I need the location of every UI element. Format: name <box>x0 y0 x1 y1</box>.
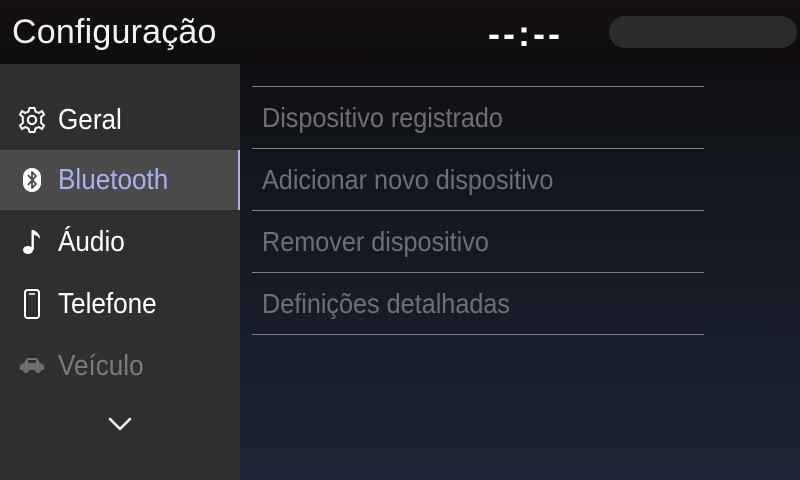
header-bar: Configuração --:-- <box>0 0 800 64</box>
menu-item-registered-device[interactable]: Dispositivo registrado <box>252 87 704 148</box>
sidebar-item-label: Áudio <box>58 226 125 258</box>
phone-icon <box>18 288 46 320</box>
sidebar-item-label: Veículo <box>58 350 144 382</box>
menu-item-label: Dispositivo registrado <box>262 102 503 133</box>
music-note-icon <box>18 226 46 258</box>
status-area <box>609 16 797 48</box>
sidebar-item-audio[interactable]: Áudio <box>0 212 240 272</box>
menu-item-detailed-settings[interactable]: Definições detalhadas <box>252 273 704 334</box>
sidebar-item-label: Bluetooth <box>58 164 169 196</box>
divider <box>252 334 704 335</box>
sidebar-item-telefone[interactable]: Telefone <box>0 274 240 334</box>
sidebar-item-bluetooth[interactable]: Bluetooth <box>0 150 240 210</box>
sidebar-item-geral[interactable]: Geral <box>0 90 240 150</box>
bluetooth-icon <box>18 164 46 196</box>
sidebar: Geral Bluetooth Áudio Telefone Veículo <box>0 64 240 480</box>
menu-item-label: Adicionar novo dispositivo <box>262 164 554 195</box>
menu-item-remove-device[interactable]: Remover dispositivo <box>252 211 704 272</box>
car-icon <box>18 350 46 382</box>
main-panel: Dispositivo registrado Adicionar novo di… <box>240 64 800 480</box>
menu-item-label: Remover dispositivo <box>262 226 489 257</box>
sidebar-item-veiculo[interactable]: Veículo <box>0 336 240 396</box>
gear-icon <box>18 104 46 136</box>
chevron-down-icon[interactable] <box>106 414 134 434</box>
menu-item-label: Definições detalhadas <box>262 288 510 319</box>
sidebar-item-label: Telefone <box>58 288 157 320</box>
menu-item-add-device[interactable]: Adicionar novo dispositivo <box>252 149 704 210</box>
sidebar-item-label: Geral <box>58 104 122 136</box>
clock: --:-- <box>488 13 563 54</box>
page-title: Configuração <box>12 13 217 51</box>
